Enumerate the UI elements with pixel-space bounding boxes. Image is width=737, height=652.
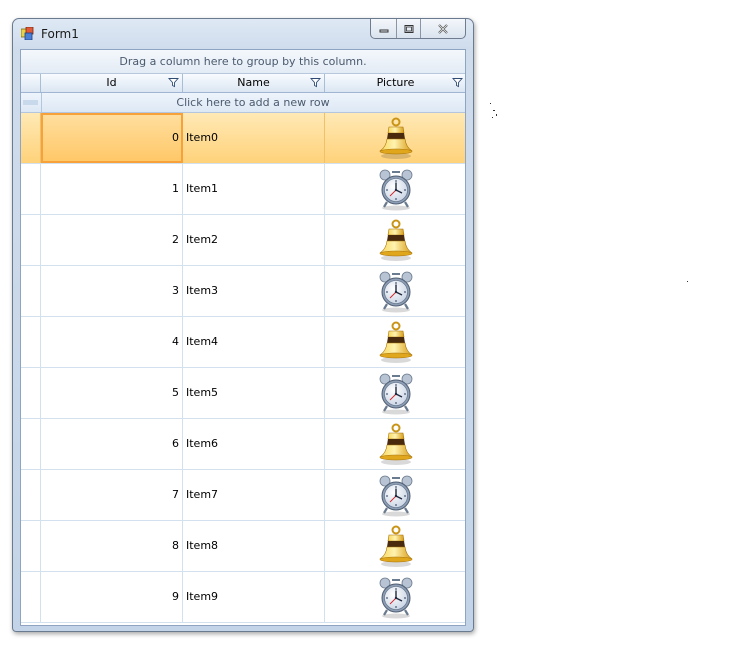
- cell-id[interactable]: 5: [41, 368, 183, 418]
- bell-icon: [378, 321, 413, 363]
- bell-icon: [378, 219, 413, 261]
- cell-id[interactable]: 6: [41, 419, 183, 469]
- artifact-dot: [687, 281, 688, 282]
- column-header-label: Name: [237, 76, 270, 89]
- row-indicator[interactable]: [21, 113, 41, 163]
- artifact-dot: [492, 117, 493, 118]
- minimize-icon: [379, 29, 388, 32]
- grid-rows: 0 Item0 1 Item1 2 Item2 3 Item3 4 Item4 5 Item5 6 Ite…: [21, 113, 465, 623]
- cell-picture[interactable]: [325, 470, 465, 520]
- cell-picture[interactable]: [325, 266, 465, 316]
- minimize-button[interactable]: [371, 19, 397, 38]
- artifact-dot: [493, 110, 495, 111]
- maximize-button[interactable]: [397, 19, 421, 38]
- table-row[interactable]: 0 Item0: [21, 113, 465, 164]
- column-header-picture[interactable]: Picture: [325, 74, 465, 92]
- cell-picture[interactable]: [325, 572, 465, 622]
- filter-icon[interactable]: [452, 77, 463, 88]
- window-title: Form1: [41, 27, 79, 41]
- table-row[interactable]: 5 Item5: [21, 368, 465, 419]
- cell-name[interactable]: Item9: [183, 572, 325, 622]
- row-indicator[interactable]: [21, 215, 41, 265]
- row-indicator[interactable]: [21, 470, 41, 520]
- table-row[interactable]: 6 Item6: [21, 419, 465, 470]
- artifact-dot: [490, 103, 491, 104]
- table-row[interactable]: 8 Item8: [21, 521, 465, 572]
- column-header-name[interactable]: Name: [183, 74, 325, 92]
- cell-id[interactable]: 2: [41, 215, 183, 265]
- close-button[interactable]: [421, 19, 465, 38]
- cell-name[interactable]: Item8: [183, 521, 325, 571]
- winforms-app-icon: [21, 27, 34, 40]
- cell-id[interactable]: 9: [41, 572, 183, 622]
- alarm-clock-icon: [379, 169, 412, 211]
- table-row[interactable]: 7 Item7: [21, 470, 465, 521]
- alarm-clock-icon: [379, 373, 412, 415]
- cell-id[interactable]: 7: [41, 470, 183, 520]
- cell-id[interactable]: 4: [41, 317, 183, 367]
- row-indicator[interactable]: [21, 266, 41, 316]
- cell-picture[interactable]: [325, 368, 465, 418]
- header-indicator-cell: [21, 74, 41, 92]
- row-indicator[interactable]: [21, 419, 41, 469]
- row-indicator[interactable]: [21, 521, 41, 571]
- add-new-row[interactable]: Click here to add a new row: [21, 93, 465, 113]
- filter-icon[interactable]: [310, 77, 321, 88]
- cell-id[interactable]: 8: [41, 521, 183, 571]
- form-window: Form1 Drag a column here to group by thi…: [12, 18, 474, 632]
- new-row-indicator: [21, 93, 42, 112]
- cell-picture[interactable]: [325, 164, 465, 214]
- row-indicator[interactable]: [21, 572, 41, 622]
- cell-picture[interactable]: [325, 419, 465, 469]
- bell-icon: [378, 117, 413, 159]
- column-header-id[interactable]: Id: [41, 74, 183, 92]
- group-panel[interactable]: Drag a column here to group by this colu…: [21, 50, 465, 74]
- cell-id[interactable]: 0: [41, 113, 183, 163]
- grid-view[interactable]: Drag a column here to group by this colu…: [20, 49, 466, 626]
- add-new-row-label: Click here to add a new row: [176, 96, 330, 109]
- cell-name[interactable]: Item7: [183, 470, 325, 520]
- row-indicator[interactable]: [21, 368, 41, 418]
- alarm-clock-icon: [379, 577, 412, 619]
- cell-name[interactable]: Item2: [183, 215, 325, 265]
- cell-name[interactable]: Item0: [183, 113, 325, 163]
- table-row[interactable]: 4 Item4: [21, 317, 465, 368]
- row-indicator[interactable]: [21, 164, 41, 214]
- cell-picture[interactable]: [325, 521, 465, 571]
- bell-icon: [378, 423, 413, 465]
- cell-name[interactable]: Item4: [183, 317, 325, 367]
- cell-name[interactable]: Item5: [183, 368, 325, 418]
- cell-id[interactable]: 1: [41, 164, 183, 214]
- alarm-clock-icon: [379, 271, 412, 313]
- table-row[interactable]: 9 Item9: [21, 572, 465, 623]
- cell-picture[interactable]: [325, 215, 465, 265]
- row-indicator[interactable]: [21, 317, 41, 367]
- column-header-label: Id: [106, 76, 117, 89]
- column-header-label: Picture: [376, 76, 415, 89]
- cell-name[interactable]: Item6: [183, 419, 325, 469]
- bell-icon: [378, 525, 413, 567]
- table-row[interactable]: 2 Item2: [21, 215, 465, 266]
- close-icon: [438, 23, 448, 34]
- caption-buttons: [370, 19, 466, 39]
- alarm-clock-icon: [379, 475, 412, 517]
- table-row[interactable]: 1 Item1: [21, 164, 465, 215]
- cell-picture[interactable]: [325, 113, 465, 163]
- column-header-row: Id Name Picture: [21, 74, 465, 93]
- title-bar[interactable]: Form1: [13, 19, 473, 49]
- cell-picture[interactable]: [325, 317, 465, 367]
- artifact-dot: [496, 114, 497, 116]
- filter-icon[interactable]: [168, 77, 179, 88]
- table-row[interactable]: 3 Item3: [21, 266, 465, 317]
- cell-name[interactable]: Item3: [183, 266, 325, 316]
- maximize-icon: [404, 24, 413, 33]
- cell-id[interactable]: 3: [41, 266, 183, 316]
- cell-name[interactable]: Item1: [183, 164, 325, 214]
